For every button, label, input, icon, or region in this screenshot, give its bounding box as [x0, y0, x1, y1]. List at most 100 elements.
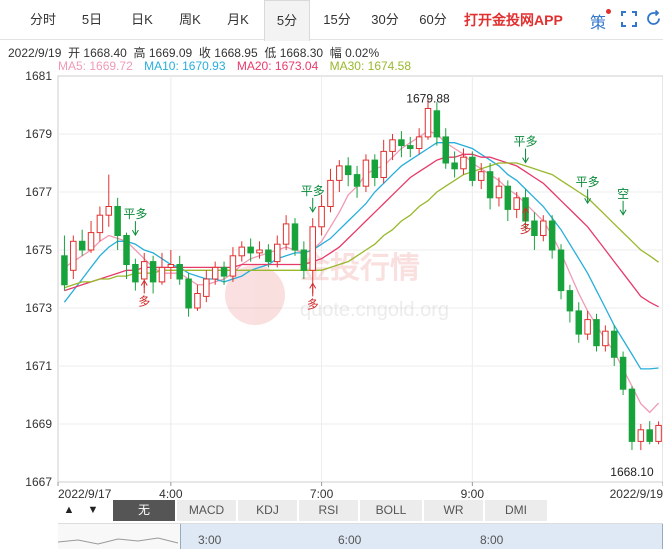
candlestick-chart[interactable]: 1681 1679 1677 1675 1673 1671 1669 1667 2022/9/1…	[0, 0, 663, 500]
range-scroller[interactable]: 3:00 6:00 8:00	[58, 523, 663, 549]
x-tick-label: 2022/9/19	[610, 487, 663, 500]
candle-body	[149, 261, 157, 283]
scroller-tick-2: 6:00	[338, 533, 362, 547]
candle	[87, 221, 95, 253]
signal-label: 平多	[123, 207, 147, 221]
y-tick-label: 1671	[25, 359, 52, 373]
candle	[274, 235, 281, 268]
candle	[637, 424, 645, 451]
candle-body	[469, 156, 476, 181]
candle-body	[398, 139, 405, 147]
candle	[238, 241, 246, 262]
candle	[504, 180, 512, 221]
price-annotation: 1679.88	[406, 91, 450, 105]
candle	[646, 421, 653, 445]
candle-body	[513, 197, 520, 210]
indicator-macd[interactable]: MACD	[177, 500, 237, 521]
candle	[610, 325, 618, 366]
candle-body	[220, 266, 228, 277]
candle	[78, 229, 86, 256]
indicator-none[interactable]: 无	[113, 500, 176, 521]
candle-body	[61, 255, 68, 286]
candle	[61, 235, 68, 291]
candle	[619, 351, 627, 395]
candle-body	[87, 232, 95, 251]
trade-signal: 平多	[514, 135, 538, 164]
indicator-rsi[interactable]: RSI	[299, 500, 359, 521]
candle-body	[504, 185, 512, 210]
scroll-down-button[interactable]: ▼	[84, 502, 102, 519]
watermark: 金投行情 quote.cngold.org	[225, 251, 449, 325]
y-tick-label: 1669	[25, 417, 52, 431]
candle-body	[371, 159, 379, 179]
indicator-dmi[interactable]: DMI	[485, 500, 548, 521]
candle-body	[610, 330, 618, 358]
signal-label: 平多	[301, 184, 325, 198]
candle	[451, 151, 458, 178]
candle-body	[105, 206, 113, 216]
candle	[371, 154, 379, 187]
signal-label: 空	[617, 187, 629, 201]
y-tick-label: 1673	[25, 301, 52, 315]
trade-signal: 空	[617, 187, 629, 216]
candle-body	[132, 264, 139, 283]
candle-body	[256, 249, 263, 254]
candle-body	[407, 145, 414, 150]
candle	[123, 232, 130, 279]
indicator-wr[interactable]: WR	[424, 500, 484, 521]
candle-body	[433, 110, 441, 138]
candle	[433, 102, 441, 146]
candle	[469, 151, 476, 187]
indicator-boll[interactable]: BOLL	[360, 500, 423, 521]
candle	[336, 160, 343, 192]
trade-signal: 平多	[576, 175, 600, 205]
candle	[655, 421, 662, 445]
indicator-kdj[interactable]: KDJ	[238, 500, 298, 521]
signal-label: 多	[307, 297, 319, 311]
candle-body	[637, 429, 645, 442]
candle-body	[486, 171, 494, 199]
candle	[105, 174, 113, 227]
candle	[486, 163, 494, 210]
candle-body	[158, 266, 166, 283]
candle	[185, 273, 192, 317]
candle-body	[70, 240, 77, 271]
candle	[602, 325, 609, 352]
y-tick-label: 1675	[25, 243, 52, 257]
scroll-up-button[interactable]: ▲	[60, 502, 78, 519]
candle-body	[203, 278, 210, 297]
candle	[593, 313, 600, 352]
candle-body	[318, 206, 325, 228]
candle-body	[176, 264, 183, 280]
scroller-selection[interactable]	[180, 524, 663, 549]
candle-body	[646, 429, 653, 442]
candle-body	[211, 266, 219, 280]
candle	[96, 206, 104, 242]
x-tick-label: 7:00	[310, 487, 334, 500]
y-tick-label: 1681	[25, 69, 52, 83]
candle	[132, 258, 139, 291]
candle-body	[167, 264, 175, 268]
candle	[167, 250, 175, 279]
candle	[398, 131, 405, 158]
y-tick-label: 1677	[25, 185, 52, 199]
candle-body	[575, 310, 583, 335]
candle-body	[265, 249, 272, 263]
candle-body	[415, 136, 423, 149]
candle	[566, 284, 574, 323]
watermark-title: 金投行情	[299, 251, 420, 286]
candle	[362, 154, 370, 192]
candle-body	[655, 424, 662, 442]
candle-body	[593, 319, 600, 347]
candle-body	[140, 261, 148, 280]
candle-body	[424, 107, 432, 138]
signal-label: 多	[138, 295, 150, 309]
candle	[176, 255, 183, 285]
candle-body	[584, 319, 591, 335]
candle-body	[114, 206, 121, 236]
trade-signal: 平多	[123, 207, 147, 237]
candle-body	[353, 174, 361, 187]
candle	[531, 212, 538, 250]
candle-body	[309, 226, 316, 271]
candle	[380, 139, 387, 184]
